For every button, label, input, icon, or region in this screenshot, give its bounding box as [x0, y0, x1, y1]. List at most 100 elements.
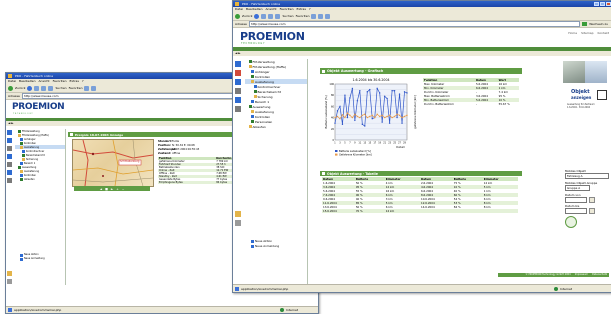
refresh-icon[interactable] — [41, 85, 47, 91]
tool-icon[interactable] — [7, 154, 12, 159]
tool-icon[interactable] — [235, 220, 241, 226]
data-point — [401, 116, 403, 119]
document-icon[interactable] — [235, 61, 241, 67]
browser-window-front[interactable]: PRO - Fahrtenbuch online Datei Bearbeite… — [232, 0, 611, 293]
table-cell: 55.67 % — [498, 102, 510, 106]
contact-link[interactable]: Kontakt — [598, 31, 609, 35]
stop-icon[interactable] — [261, 13, 267, 19]
tree-node-icon — [22, 149, 25, 153]
tree-node-icon — [253, 85, 257, 88]
tool-icon[interactable] — [235, 79, 241, 85]
print-icon[interactable] — [325, 13, 331, 19]
map-next-button[interactable]: ► — [111, 187, 113, 191]
forward-icon[interactable] — [254, 13, 260, 19]
data-point — [403, 91, 406, 93]
tree-item[interactable]: Ablaufen — [15, 177, 65, 181]
go-button[interactable] — [582, 22, 588, 26]
menu-datei[interactable]: Datei — [235, 7, 243, 12]
favorites-label[interactable]: Favoriten — [296, 14, 310, 18]
menu-favoriten[interactable]: Favoriten — [53, 79, 67, 84]
close-button[interactable] — [606, 2, 611, 6]
tool-icon[interactable] — [7, 279, 12, 284]
menu-datei[interactable]: Datei — [8, 79, 16, 84]
menu-bearbeiten[interactable]: Bearbeiten — [19, 79, 35, 84]
new-login-link[interactable]: Neue Anmeldung — [251, 244, 279, 249]
chart-title: 1.6.2004 bis 30.6.2004 — [352, 78, 389, 82]
mail-icon[interactable] — [91, 85, 97, 91]
menu-help[interactable]: ? — [82, 79, 84, 84]
stop-icon[interactable] — [34, 85, 40, 91]
menu-help[interactable]: ? — [309, 7, 311, 12]
y-axis-label-right: gefahrene Kilometer [km] — [413, 95, 417, 128]
menu-ansicht[interactable]: Ansicht — [266, 7, 277, 12]
menu-extras[interactable]: Extras — [69, 79, 78, 84]
group-select[interactable]: Gruppe A — [565, 185, 590, 191]
tool-icon[interactable] — [235, 70, 241, 76]
map-view[interactable]: Schmallenberg — [72, 139, 154, 187]
back-icon[interactable] — [8, 85, 13, 91]
mobile-object-select[interactable]: Fahrzeug A — [565, 173, 609, 179]
tool-icon[interactable] — [235, 97, 241, 103]
tool-icon[interactable] — [7, 146, 12, 151]
maximize-button[interactable] — [600, 2, 605, 6]
go-label[interactable]: Wechseln zu — [589, 22, 608, 26]
mail-icon[interactable] — [318, 13, 324, 19]
home-link[interactable]: Home — [568, 31, 577, 35]
menu-favoriten[interactable]: Favoriten — [280, 7, 294, 12]
map-zoom-out-button[interactable]: − — [122, 187, 125, 191]
calendar-icon[interactable] — [589, 197, 595, 203]
tool-icon[interactable] — [235, 106, 241, 112]
history-icon[interactable] — [84, 85, 90, 91]
lock-icon[interactable] — [235, 211, 241, 217]
favorites-label[interactable]: Favoriten — [69, 86, 83, 90]
tool-icon[interactable] — [235, 88, 241, 94]
address-input[interactable]: http://www.meuse.com — [248, 21, 581, 27]
menu-bearbeiten[interactable]: Bearbeiten — [246, 7, 262, 12]
search-icon[interactable] — [565, 216, 577, 228]
y-tick-label: 60 — [331, 105, 335, 108]
datenschutz-link[interactable]: Datenschutz — [592, 273, 607, 277]
date-from-input[interactable] — [565, 197, 587, 203]
minimize-button[interactable] — [594, 2, 599, 6]
objekt-icon[interactable] — [597, 90, 607, 100]
impressum-link[interactable]: Impressum — [575, 273, 588, 277]
table-cell: - — [475, 102, 477, 106]
data-point — [344, 116, 346, 119]
home-icon[interactable] — [275, 13, 281, 19]
history-icon[interactable] — [311, 13, 317, 19]
back-label[interactable]: Zurück — [242, 14, 252, 18]
tree-item[interactable]: Ablaufen — [245, 124, 307, 129]
map-zoom-in-button[interactable]: + — [116, 187, 119, 191]
forward-icon[interactable] — [27, 85, 33, 91]
tool-icon[interactable] — [7, 162, 12, 167]
document-icon[interactable] — [7, 130, 12, 135]
date-to-input[interactable] — [565, 208, 587, 214]
window-title: PRO - Fahrtenbuch online — [242, 2, 281, 6]
data-point — [406, 114, 408, 117]
tool-icon[interactable] — [7, 170, 12, 175]
map-stop-button[interactable]: ■ — [105, 187, 108, 191]
refresh-icon[interactable] — [268, 13, 274, 19]
document-icon[interactable] — [7, 138, 12, 143]
calendar-icon[interactable] — [589, 208, 595, 214]
nav-arrows[interactable]: ◄ ► — [233, 51, 611, 56]
window-title: PRO - Fahrtenbuch online — [15, 74, 54, 78]
sitemap-link[interactable]: Sitemap — [581, 31, 593, 35]
header-band: PROEMION T E C H N O L O G Y Home Sitema… — [233, 28, 611, 46]
data-point — [393, 115, 396, 118]
back-icon[interactable] — [235, 13, 240, 19]
battery-km-chart: 1.6.2004 bis 30.6.2004 1 3 5 7 9 11 13 15 17 19 21… — [323, 76, 419, 160]
menu-ansicht[interactable]: Ansicht — [39, 79, 50, 84]
new-login-link[interactable]: Neue Anmeldung — [20, 257, 45, 261]
search-label[interactable]: Suchen — [55, 86, 66, 90]
detail-key: Position: — [158, 144, 171, 147]
back-label[interactable]: Zurück — [15, 86, 25, 90]
lock-icon[interactable] — [7, 271, 12, 276]
home-icon[interactable] — [48, 85, 54, 91]
data-point — [386, 97, 388, 100]
menu-extras[interactable]: Extras — [296, 7, 305, 12]
tool-icon[interactable] — [7, 178, 12, 183]
map-prev-button[interactable]: ◄ — [100, 187, 102, 191]
search-label[interactable]: Suchen — [282, 14, 293, 18]
tree-node-icon — [22, 157, 25, 161]
